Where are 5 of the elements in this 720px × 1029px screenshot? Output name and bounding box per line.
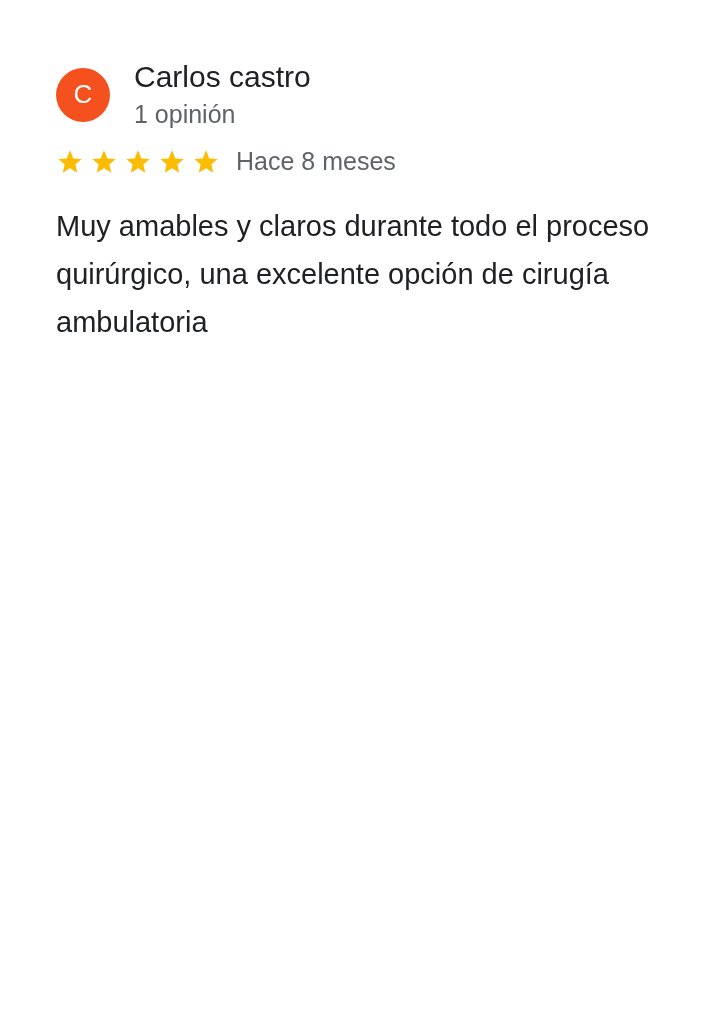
avatar: C: [56, 67, 110, 122]
review-date: Hace 8 meses: [236, 147, 396, 176]
author-name: Carlos castro: [134, 60, 311, 94]
review-text: Muy amables y claros durante todo el proceso quirúrgico, una excelente opción de cirugía ambulatoria: [56, 209, 651, 340]
review-count: 1 opinión: [134, 100, 237, 129]
